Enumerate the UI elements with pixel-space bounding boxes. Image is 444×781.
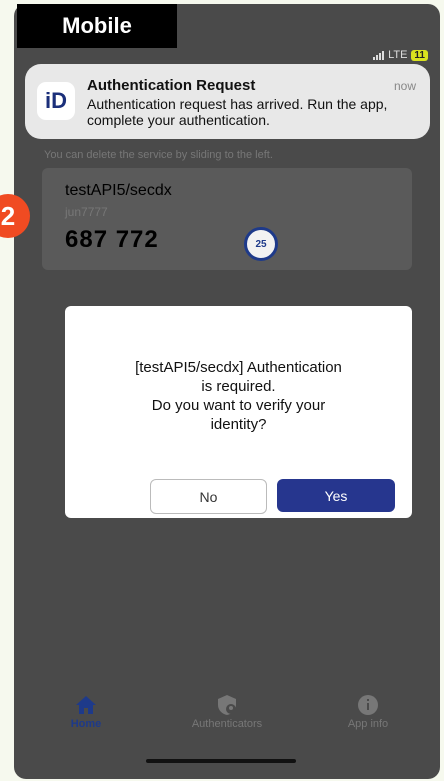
dialog-message: [testAPI5/secdx] Authentication is requi… [135,359,342,433]
nav-app-info-label: App info [347,718,389,730]
mobile-label-tag: Mobile [17,4,177,48]
app-logo-icon: iD [37,82,75,120]
push-notification[interactable]: iD Authentication Request now Authentica… [25,64,430,139]
info-icon [358,695,378,715]
status-bar: LTE 11 [373,49,428,61]
home-indicator[interactable] [146,759,296,763]
no-button[interactable]: No [150,479,267,514]
service-card[interactable]: testAPI5/secdx jun7777 687 772 25 [42,168,412,270]
otp-timer: 25 [244,227,278,261]
service-user: jun7777 [65,205,108,219]
battery-icon: 11 [411,49,428,61]
network-label: LTE [388,49,408,61]
nav-app-info[interactable]: App info [308,694,428,730]
nav-home[interactable]: Home [26,694,146,730]
signal-icon [373,50,385,60]
otp-code: 687 772 [65,226,159,253]
notification-body: Authentication request has arrived. Run … [87,96,388,128]
bottom-nav: Home Authenticators App info [14,684,440,779]
nav-authenticators-label: Authenticators [191,718,263,730]
nav-home-label: Home [70,718,102,730]
yes-button[interactable]: Yes [277,479,395,512]
nav-authenticators[interactable]: Authenticators [167,694,287,730]
auth-dialog: [testAPI5/secdx] Authentication is requi… [65,306,412,518]
notification-title: Authentication Request [87,77,256,94]
home-icon [76,696,96,714]
service-name: testAPI5/secdx [65,182,172,199]
slide-hint: You can delete the service by sliding to… [44,149,273,161]
shield-user-icon [218,695,236,715]
notification-time: now [393,79,416,93]
